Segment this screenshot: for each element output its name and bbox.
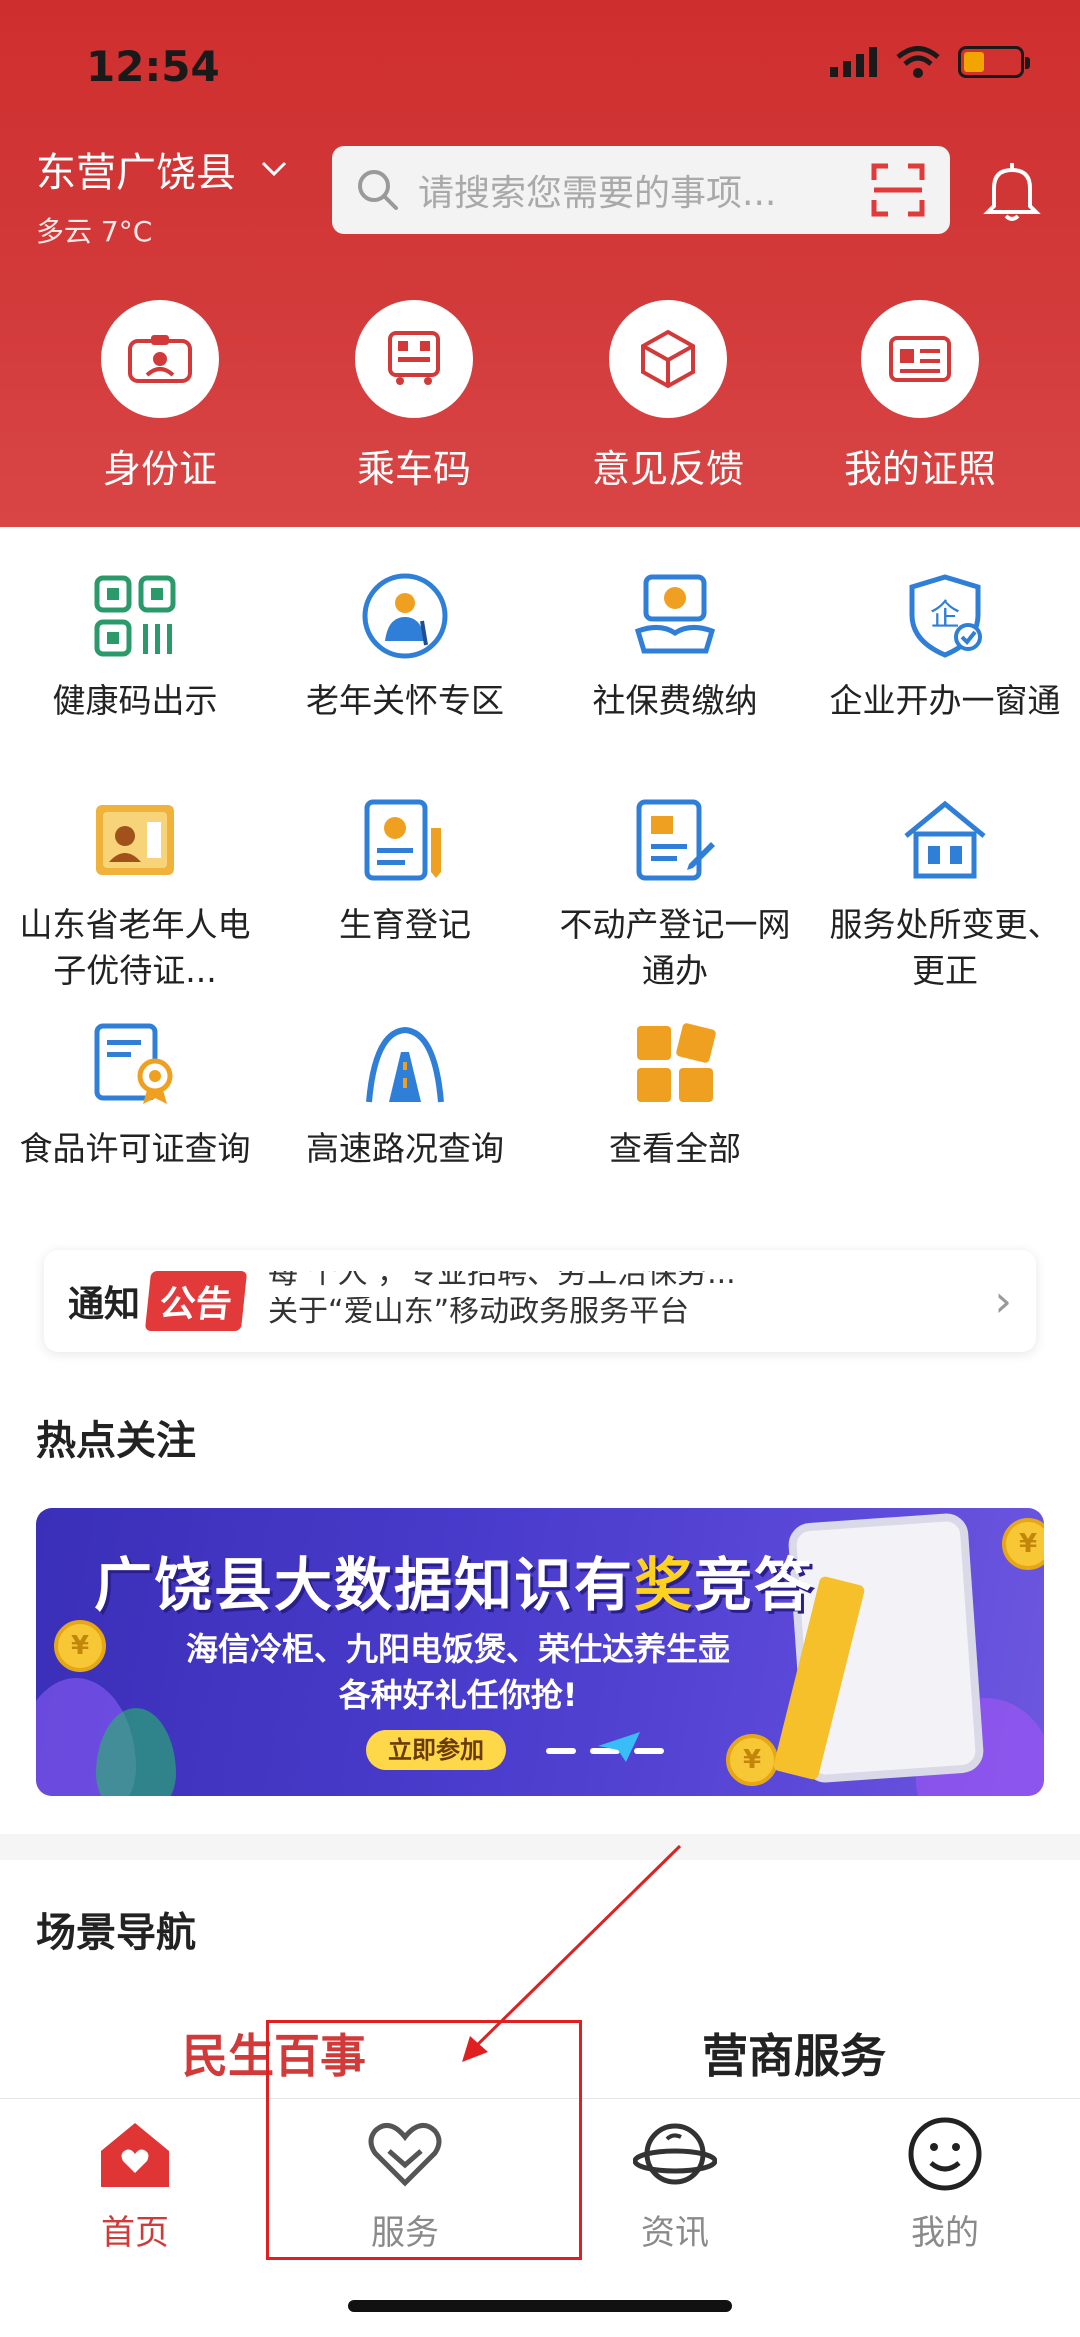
- banner-subtitle-line: 海信冷柜、九阳电饭煲、荣仕达养生壶: [186, 1630, 731, 1668]
- hot-section-title: 热点关注: [36, 1418, 196, 1464]
- highway-icon: [366, 1026, 444, 1103]
- notice-bar[interactable]: 通知 公告 每 个人 ，专业招聘、劳工治保劳... 关于“爱山东”移动政务服务平…: [44, 1250, 1036, 1352]
- coin-icon: ¥: [726, 1734, 778, 1786]
- id-card-icon: [128, 335, 192, 383]
- quick-action-label: 我的证照: [843, 447, 996, 491]
- birth-registration-icon: [364, 799, 441, 881]
- service-highway[interactable]: 高速路况查询: [270, 1016, 540, 1172]
- service-label: 不动产登记一网通办: [559, 905, 791, 990]
- scene-section-title: 场景导航: [36, 1910, 196, 1956]
- banner-title-text: 竞答: [694, 1551, 815, 1619]
- join-now-button[interactable]: 立即参加: [366, 1730, 506, 1770]
- service-birth-registration[interactable]: 生育登记: [270, 792, 540, 948]
- license-icon: [889, 336, 951, 382]
- signal-icon: [830, 47, 877, 77]
- enterprise-shield-icon: 企: [909, 574, 982, 658]
- search-input[interactable]: 请搜索您需要的事项...: [418, 164, 870, 216]
- service-view-all[interactable]: 查看全部: [540, 1016, 810, 1172]
- status-time: 12:54: [86, 42, 220, 91]
- service-label: 健康码出示: [52, 681, 218, 720]
- banner-title-highlight: 奖: [634, 1551, 695, 1619]
- notice-tag: 通知: [68, 1284, 141, 1325]
- wifi-icon: [896, 46, 940, 78]
- quick-action-label: 乘车码: [356, 447, 471, 491]
- battery-icon: [958, 46, 1030, 78]
- chevron-down-icon: [261, 161, 287, 177]
- nav-label: 我的: [911, 2213, 979, 2253]
- nav-profile[interactable]: 我的: [810, 2109, 1080, 2254]
- service-property-registration[interactable]: 不动产登记一网通办: [540, 792, 810, 994]
- tab-business[interactable]: 营商服务: [702, 2020, 886, 2086]
- quick-action-label: 身份证: [102, 447, 217, 491]
- home-indicator: [348, 2300, 732, 2312]
- smiley-profile-icon: [908, 2117, 982, 2191]
- bus-code-icon: [388, 331, 440, 385]
- service-elderly-card[interactable]: 山东省老年人电子优待证...: [0, 792, 270, 994]
- service-house-change[interactable]: 服务处所变更、更正: [810, 792, 1080, 994]
- feedback-icon: [641, 329, 695, 389]
- social-security-icon: [634, 574, 716, 654]
- annotation-arrow: [462, 1844, 682, 2062]
- location-selector[interactable]: 东营广饶县 多云 7°C: [36, 140, 288, 250]
- quick-action-id-card[interactable]: 身份证: [30, 300, 290, 493]
- dash-decoration: [546, 1748, 576, 1754]
- service-label: 山东省老年人电子优待证...: [19, 905, 251, 990]
- service-label: 老年关怀专区: [306, 681, 504, 720]
- banner-title-text: 广饶县大数据知识有: [94, 1551, 635, 1619]
- header-banner: 12:54 东营广饶县 多云 7°C 请搜索您需要的事项... 身份证 乘车码 …: [0, 0, 1080, 527]
- search-icon: [358, 170, 398, 210]
- home-icon: [101, 2123, 169, 2187]
- service-enterprise[interactable]: 企 企业开办一窗通: [810, 568, 1080, 724]
- search-bar[interactable]: 请搜索您需要的事项...: [332, 146, 950, 234]
- service-label: 生育登记: [339, 905, 471, 944]
- service-food-license[interactable]: 食品许可证查询: [0, 1016, 270, 1172]
- qr-code-icon: [94, 575, 176, 657]
- status-icons: [830, 46, 1030, 78]
- banner-title: 广饶县大数据知识有奖竞答: [94, 1538, 814, 1622]
- quick-action-label: 意见反馈: [591, 447, 744, 491]
- view-all-icon: [637, 1023, 716, 1102]
- svg-text:企: 企: [930, 598, 960, 633]
- banner-subtitle-line: 各种好礼任你抢!: [338, 1676, 578, 1714]
- property-registration-icon: [636, 799, 715, 881]
- weather-text: 多云 7°C: [36, 215, 153, 248]
- chevron-right-icon: ›: [994, 1275, 1012, 1327]
- banner-subtitle: 海信冷柜、九阳电饭煲、荣仕达养生壶 各种好礼任你抢!: [186, 1626, 730, 1718]
- notice-line: 关于“爱山东”移动政务服务平台: [268, 1297, 690, 1327]
- service-label: 企业开办一窗通: [829, 681, 1061, 720]
- quick-action-bus-code[interactable]: 乘车码: [284, 300, 544, 493]
- promo-banner[interactable]: ¥ ¥ ¥ 广饶县大数据知识有奖竞答 海信冷柜、九阳电饭煲、荣仕达养生壶 各种好…: [36, 1508, 1044, 1796]
- notice-line: 每 个人 ，专业招聘、劳工治保劳...: [268, 1271, 736, 1289]
- nav-home[interactable]: 首页: [0, 2109, 270, 2254]
- service-label: 查看全部: [609, 1129, 741, 1168]
- service-label: 食品许可证查询: [19, 1129, 251, 1168]
- location-name: 东营广饶县: [36, 150, 236, 196]
- elderly-card-icon: [96, 805, 174, 875]
- service-label: 服务处所变更、更正: [829, 905, 1061, 990]
- notice-ticker: 每 个人 ，专业招聘、劳工治保劳... 关于“爱山东”移动政务服务平台: [268, 1271, 984, 1331]
- nav-label: 首页: [101, 2213, 169, 2253]
- service-elderly-care[interactable]: 老年关怀专区: [270, 568, 540, 724]
- quick-action-license[interactable]: 我的证照: [790, 300, 1050, 493]
- coin-icon: ¥: [54, 1620, 106, 1672]
- service-social-security[interactable]: 社保费缴纳: [540, 568, 810, 724]
- service-health-code[interactable]: 健康码出示: [0, 568, 270, 724]
- paper-plane-icon: [598, 1732, 640, 1762]
- bell-icon[interactable]: [982, 160, 1042, 224]
- coin-icon: ¥: [1002, 1518, 1044, 1570]
- scan-icon[interactable]: [870, 162, 926, 218]
- food-license-icon: [94, 1023, 173, 1104]
- announcement-tag: 公告: [144, 1271, 248, 1331]
- planet-news-icon: [633, 2123, 717, 2185]
- quick-action-feedback[interactable]: 意见反馈: [538, 300, 798, 493]
- house-change-icon: [904, 800, 986, 879]
- elderly-care-icon: [362, 573, 448, 659]
- service-label: 社保费缴纳: [592, 681, 758, 720]
- service-label: 高速路况查询: [306, 1129, 504, 1168]
